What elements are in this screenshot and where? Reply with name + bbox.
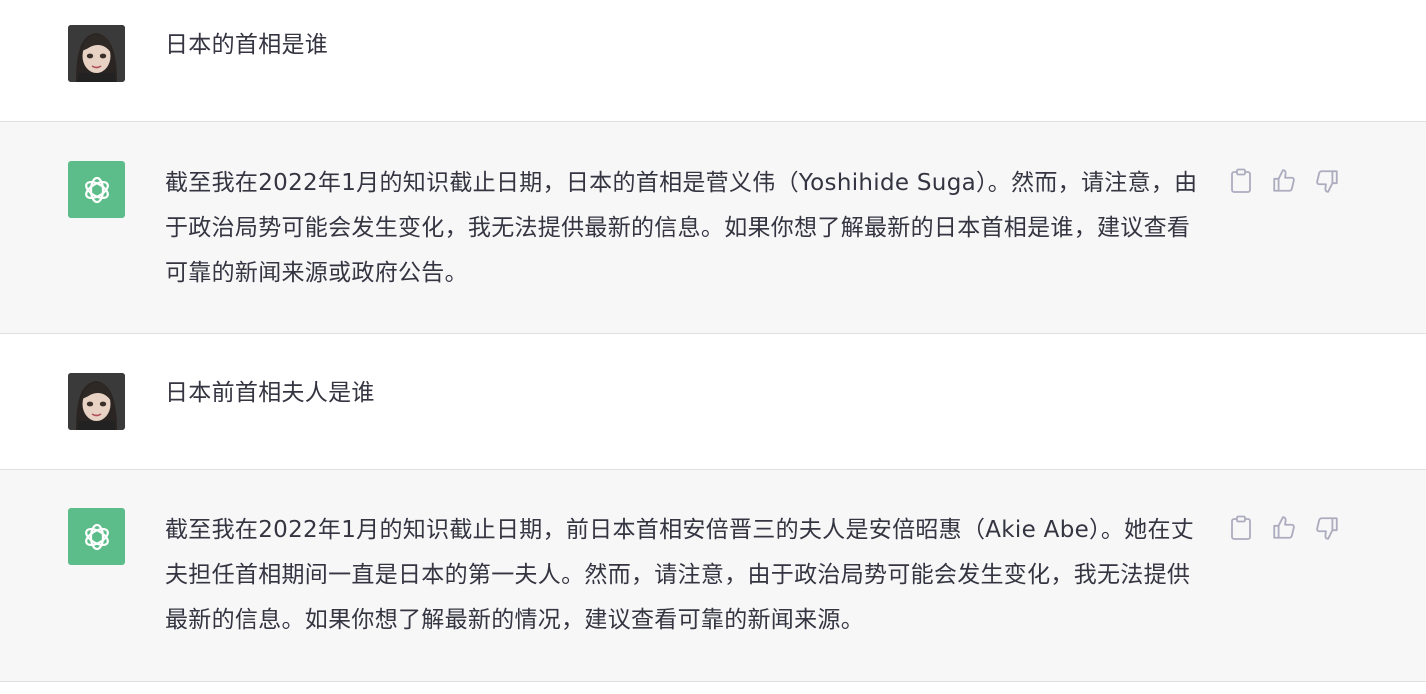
- assistant-message-text: 截至我在2022年1月的知识截止日期，前日本首相安倍晋三的夫人是安倍昭惠（Aki…: [165, 517, 1195, 633]
- chat-thread: 日本的首相是谁 截至我在2022年1月的知识截止日期，日本的首相是菅义伟（Yos…: [0, 0, 1426, 694]
- clipboard-icon[interactable]: [1226, 512, 1255, 544]
- message-actions: [1226, 165, 1356, 197]
- message-actions: [1226, 512, 1356, 544]
- user-avatar: [68, 25, 125, 82]
- assistant-message-row: 截至我在2022年1月的知识截止日期，日本的首相是菅义伟（Yoshihide S…: [0, 122, 1426, 334]
- thumbs-down-icon[interactable]: [1313, 512, 1342, 544]
- openai-logo-icon: [68, 161, 125, 218]
- thumbs-down-icon[interactable]: [1313, 165, 1342, 197]
- user-message-row: 日本的首相是谁: [0, 0, 1426, 122]
- thumbs-up-icon[interactable]: [1269, 512, 1298, 544]
- assistant-message-text: 截至我在2022年1月的知识截止日期，日本的首相是菅义伟（Yoshihide S…: [165, 170, 1198, 286]
- thumbs-up-icon[interactable]: [1269, 165, 1298, 197]
- openai-logo-icon: [68, 508, 125, 565]
- clipboard-icon[interactable]: [1226, 165, 1255, 197]
- user-message-text: 日本前首相夫人是谁: [165, 380, 375, 406]
- user-message-text: 日本的首相是谁: [165, 32, 329, 58]
- user-avatar: [68, 373, 125, 430]
- assistant-message-row: 截至我在2022年1月的知识截止日期，前日本首相安倍晋三的夫人是安倍昭惠（Aki…: [0, 470, 1426, 682]
- user-message-row: 日本前首相夫人是谁: [0, 334, 1426, 470]
